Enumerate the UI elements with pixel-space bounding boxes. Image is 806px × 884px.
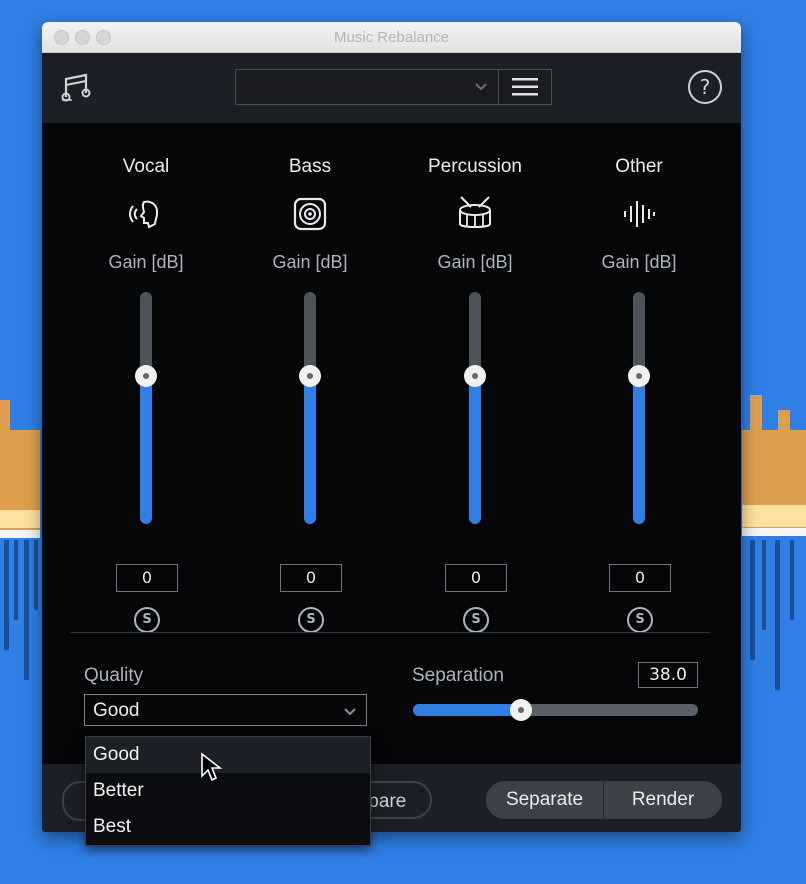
chevron-down-icon <box>475 83 487 91</box>
gain-slider-fill <box>140 375 152 524</box>
channel-bass: Bass Gain [dB] 0 S <box>235 152 385 633</box>
gain-label: Gain [dB] <box>437 252 513 272</box>
gain-slider-thumb[interactable] <box>628 364 650 387</box>
gain-slider-track[interactable] <box>633 292 645 524</box>
quality-option-better[interactable]: Better <box>86 773 370 809</box>
quality-label: Quality <box>84 665 144 686</box>
gain-slider-thumb[interactable] <box>299 364 321 387</box>
channel-other: Other Gain [dB] 0 S <box>564 152 714 633</box>
waveform-icon <box>624 201 655 227</box>
gain-label: Gain [dB] <box>601 252 677 272</box>
gain-slider-fill <box>469 375 481 524</box>
gain-slider-track[interactable] <box>140 292 152 524</box>
separate-button[interactable]: Separate <box>486 781 604 819</box>
gain-value-field[interactable]: 0 <box>445 564 507 592</box>
gain-slider-track[interactable] <box>304 292 316 524</box>
channel-name: Bass <box>288 156 332 177</box>
solo-button[interactable]: S <box>627 607 653 633</box>
gain-label: Gain [dB] <box>108 252 184 272</box>
channel-vocal: Vocal Gain [dB] 0 S <box>71 152 221 633</box>
quality-option-good[interactable]: Good <box>86 737 370 773</box>
hamburger-icon <box>512 78 538 96</box>
separate-render-group: Separate Render <box>486 781 722 819</box>
title-bar[interactable]: Music Rebalance <box>42 22 741 53</box>
gain-slider-track[interactable] <box>469 292 481 524</box>
separation-slider-fill <box>413 704 522 716</box>
channel-percussion: Percussion Gain [dB] 0 S <box>400 152 550 633</box>
separation-label: Separation <box>412 665 504 686</box>
solo-button[interactable]: S <box>134 607 160 633</box>
music-rebalance-window: Music Rebalance ? Vocal Gain [dB] 0 S Ba… <box>42 22 741 832</box>
quality-dropdown-list: Good Better Best <box>85 736 371 846</box>
gain-value-field[interactable]: 0 <box>280 564 342 592</box>
preset-select[interactable] <box>235 69 499 105</box>
gain-label: Gain [dB] <box>272 252 348 272</box>
quality-select[interactable]: Good <box>84 694 367 726</box>
separation-value-field[interactable]: 38.0 <box>638 662 698 688</box>
toolbar <box>42 53 741 123</box>
gain-value-field[interactable]: 0 <box>609 564 671 592</box>
separation-slider[interactable] <box>413 699 698 721</box>
quality-option-best[interactable]: Best <box>86 809 370 845</box>
gain-slider-thumb[interactable] <box>464 364 486 387</box>
channel-name: Vocal <box>122 156 170 177</box>
gain-slider-fill <box>633 375 645 524</box>
separation-slider-thumb[interactable] <box>510 699 533 721</box>
channel-name: Percussion <box>428 156 522 177</box>
window-title: Music Rebalance <box>333 29 450 46</box>
vocal-head-icon <box>129 200 159 229</box>
render-button[interactable]: Render <box>604 781 722 819</box>
music-note-icon <box>61 73 91 102</box>
gain-slider-fill <box>304 375 316 524</box>
channel-name: Other <box>615 156 663 177</box>
divider <box>70 632 710 633</box>
drum-icon <box>459 196 491 228</box>
quality-selected-value: Good <box>93 700 140 721</box>
chevron-down-icon <box>344 708 356 716</box>
solo-button[interactable]: S <box>463 607 489 633</box>
gain-slider-thumb[interactable] <box>135 364 157 387</box>
gain-value-field[interactable]: 0 <box>116 564 178 592</box>
help-button[interactable]: ? <box>688 70 722 104</box>
solo-button[interactable]: S <box>298 607 324 633</box>
mouse-cursor-icon <box>201 752 222 782</box>
speaker-icon <box>293 197 327 231</box>
preset-menu-button[interactable] <box>498 69 552 105</box>
